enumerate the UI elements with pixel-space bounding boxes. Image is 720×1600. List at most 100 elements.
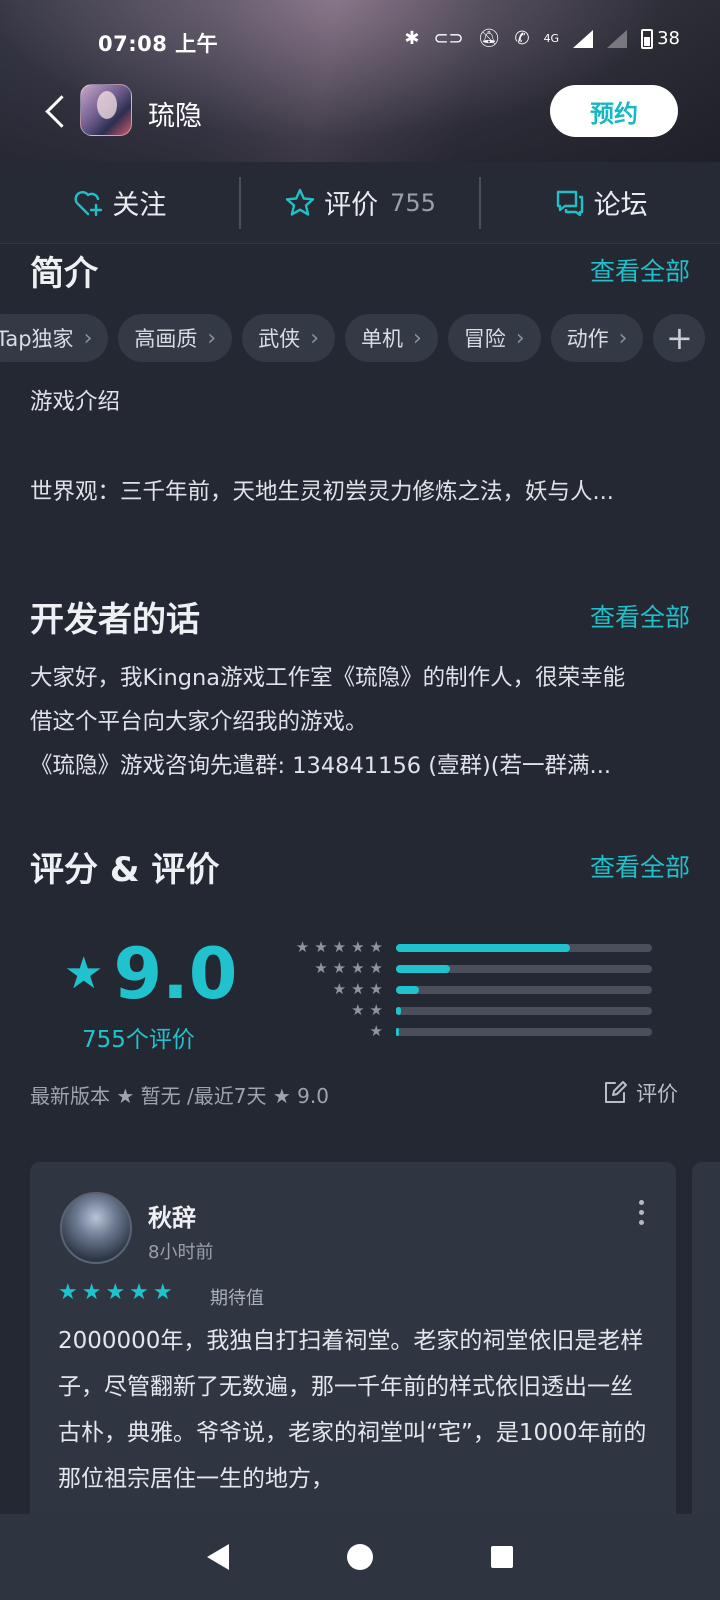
intro-heading: 游戏介绍 [30, 389, 121, 415]
distribution-row-1: ★ [268, 1022, 658, 1043]
two-star-icons: ★★ [351, 1001, 388, 1019]
call-icon: ✆ [514, 28, 530, 49]
distribution-row-5: ★★★★★ [268, 938, 658, 959]
app-icon [80, 84, 132, 136]
mute-bell-icon: 🔕︎ [477, 28, 501, 49]
latest-version-label: 最新版本 [30, 1084, 110, 1108]
reserve-button[interactable]: 预约 [550, 85, 678, 137]
distribution-track [396, 1028, 652, 1036]
star-outline-icon [284, 187, 316, 219]
chat-bubbles-icon [554, 187, 586, 219]
top-bar: 琉隐 预约 [0, 80, 720, 144]
distribution-row-4: ★★★★ [268, 959, 658, 980]
score-block: ★ 9.0 755个评价 [64, 934, 237, 1053]
score-value: 9.0 [113, 933, 238, 1015]
back-icon[interactable] [38, 92, 74, 132]
review-time: 8小时前 [148, 1242, 214, 1263]
status-time: 07:08 上午 [98, 32, 219, 56]
distribution-track [396, 944, 652, 952]
tag-chip[interactable]: 武侠 › [242, 314, 335, 362]
latest-version-value: 暂无 [140, 1084, 181, 1108]
intro-see-all-link[interactable]: 查看全部 [590, 252, 690, 288]
developer-line-2: 借这个平台向大家介绍我的游戏。 [30, 709, 368, 735]
one-star-icon: ★ [369, 1022, 388, 1040]
status-icons: ✱ ⊂⊃ 🔕︎ ✆ 4G 38 [404, 28, 680, 49]
distribution-row-2: ★★ [268, 1001, 658, 1022]
tag-list: Tap独家 › 高画质 › 武侠 › 单机 › 冒险 › 动作 › + [0, 314, 706, 364]
developer-see-all-link[interactable]: 查看全部 [590, 598, 690, 634]
rating-distribution: ★★★★★ ★★★★ ★★★ ★★ ★ [268, 938, 658, 1043]
star-icon: ★ [116, 1084, 135, 1108]
network-label: 4G [543, 32, 560, 45]
review-body[interactable]: 2000000年，我独自打扫着祠堂。老家的祠堂依旧是老样子，尽管翻新了无数遍，那… [58, 1318, 652, 1502]
review-tab[interactable]: 评价 755 [241, 162, 480, 243]
add-tag-icon[interactable]: + [653, 314, 706, 362]
toggle-icon: ⊂⊃ [433, 28, 464, 49]
intro-summary[interactable]: 世界观：三千年前，天地生灵初尝灵力修炼之法，妖与人... [30, 470, 680, 514]
battery-level: 38 [657, 28, 680, 49]
ratings-title: 评分 & 评价 [30, 850, 220, 890]
tag-chip[interactable]: 高画质 › [118, 314, 233, 362]
developer-line-1: 大家好，我Kingna游戏工作室《琉隐》的制作人，很荣幸能 [30, 665, 626, 691]
developer-header: 开发者的话 查看全部 [30, 592, 690, 642]
developer-title: 开发者的话 [30, 600, 200, 640]
follow-label: 关注 [112, 190, 167, 221]
distribution-bar-3 [396, 986, 420, 994]
system-nav-bar [0, 1514, 720, 1600]
three-star-icons: ★★★ [332, 980, 388, 998]
ratings-see-all-link[interactable]: 查看全部 [590, 848, 690, 884]
intro-title: 简介 [30, 254, 98, 294]
tag-chip[interactable]: 动作 › [550, 314, 644, 362]
status-bar: 07:08 上午 ✱ ⊂⊃ 🔕︎ ✆ 4G 38 [0, 20, 720, 64]
edit-icon [602, 1080, 628, 1106]
five-star-icons: ★★★★★ [295, 938, 388, 956]
distribution-bar-5 [396, 944, 571, 952]
four-star-icons: ★★★★ [314, 959, 388, 977]
follow-button[interactable]: 关注 [0, 162, 239, 243]
next-review-card[interactable] [692, 1162, 720, 1562]
star-icon: ★ [64, 948, 104, 999]
chevron-right-icon: › [207, 325, 217, 351]
distribution-bar-4 [396, 965, 450, 973]
write-review-button[interactable]: 评价 [602, 1078, 678, 1108]
app-title: 琉隐 [148, 101, 202, 132]
review-count: 755 [390, 188, 436, 217]
review-card[interactable]: 秋辞 8小时前 ★★★★★ 期待值 2000000年，我独自打扫着祠堂。老家的祠… [30, 1162, 676, 1562]
avatar[interactable] [60, 1192, 132, 1264]
review-stars-icon: ★★★★★ [58, 1280, 177, 1305]
signal-icon [573, 29, 594, 48]
forum-tab[interactable]: 论坛 [481, 162, 720, 243]
star-icon: ★ [272, 1084, 291, 1108]
distribution-track [396, 986, 652, 994]
review-tag: 期待值 [210, 1288, 264, 1309]
bluetooth-icon: ✱ [404, 28, 420, 49]
distribution-track [396, 1007, 652, 1015]
recent-label: /最近7天 [187, 1084, 267, 1108]
intro-header: 简介 查看全部 [30, 246, 690, 296]
nav-home-icon[interactable] [347, 1544, 373, 1570]
more-options-icon[interactable] [638, 1200, 646, 1230]
battery-icon [641, 28, 654, 49]
tag-chip[interactable]: Tap独家 › [0, 314, 109, 362]
forum-label: 论坛 [593, 190, 648, 221]
nav-recents-icon[interactable] [491, 1546, 513, 1568]
score: ★ 9.0 [64, 934, 237, 1014]
tag-chip[interactable]: 单机 › [345, 314, 438, 362]
tag-chip[interactable]: 冒险 › [447, 314, 541, 362]
action-bar: 关注 评价 755 论坛 [0, 162, 720, 244]
reviewer-name[interactable]: 秋辞 [148, 1198, 196, 1233]
distribution-track [396, 965, 652, 973]
distribution-bar-2 [396, 1007, 402, 1015]
heart-plus-icon [72, 187, 104, 219]
chevron-right-icon: › [515, 325, 525, 351]
nav-back-icon[interactable] [207, 1544, 229, 1570]
chevron-right-icon: › [310, 325, 319, 351]
ratings-header: 评分 & 评价 查看全部 [30, 842, 690, 892]
chevron-right-icon: › [618, 325, 628, 351]
chevron-right-icon: › [83, 325, 93, 351]
chevron-right-icon: › [413, 325, 422, 351]
review-label: 评价 [324, 190, 379, 221]
distribution-row-3: ★★★ [268, 980, 658, 1001]
recent-value: 9.0 [297, 1084, 329, 1108]
version-rating-line: 最新版本 ★ 暂无 /最近7天 ★ 9.0 [30, 1080, 329, 1109]
